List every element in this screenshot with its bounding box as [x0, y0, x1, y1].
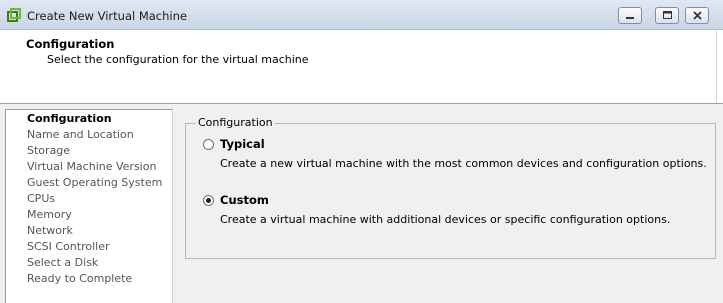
- step-cpus[interactable]: CPUs: [27, 192, 55, 205]
- typical-radio[interactable]: [203, 139, 214, 150]
- close-button[interactable]: [685, 7, 709, 24]
- create-vm-window: Create New Virtual Machine Configuration…: [0, 0, 723, 303]
- step-ready-to-complete[interactable]: Ready to Complete: [27, 272, 132, 285]
- configuration-group: Configuration Typical Create a new virtu…: [185, 116, 716, 259]
- custom-option-description: Create a virtual machine with additional…: [220, 213, 671, 226]
- page-title: Configuration: [26, 37, 115, 51]
- maximize-button[interactable]: [655, 7, 679, 24]
- minimize-button[interactable]: [618, 7, 642, 24]
- wizard-steps: Configuration Name and Location Storage …: [5, 109, 173, 303]
- step-scsi-controller[interactable]: SCSI Controller: [27, 240, 110, 253]
- vm-app-icon: [7, 8, 21, 22]
- minimize-icon: [626, 17, 634, 19]
- custom-option-label[interactable]: Custom: [220, 193, 269, 207]
- window-title: Create New Virtual Machine: [27, 9, 187, 23]
- title-bar[interactable]: Create New Virtual Machine: [0, 0, 723, 30]
- typical-option-description: Create a new virtual machine with the mo…: [220, 157, 707, 170]
- step-memory[interactable]: Memory: [27, 208, 72, 221]
- wizard-header: Configuration Select the configuration f…: [0, 30, 723, 104]
- wizard-content: Configuration Typical Create a new virtu…: [180, 109, 723, 303]
- header-scroll-edge: [716, 30, 717, 103]
- step-network[interactable]: Network: [27, 224, 73, 237]
- step-virtual-machine-version[interactable]: Virtual Machine Version: [27, 160, 156, 173]
- configuration-group-legend: Configuration: [196, 116, 275, 129]
- step-select-a-disk[interactable]: Select a Disk: [27, 256, 98, 269]
- maximize-icon: [663, 11, 672, 19]
- typical-option-label[interactable]: Typical: [220, 137, 265, 151]
- custom-radio[interactable]: [203, 195, 214, 206]
- custom-radio-selected-dot: [206, 198, 211, 203]
- step-guest-operating-system[interactable]: Guest Operating System: [27, 176, 162, 189]
- close-icon: [693, 11, 702, 20]
- page-subtitle: Select the configuration for the virtual…: [47, 53, 309, 66]
- step-configuration[interactable]: Configuration: [27, 112, 112, 125]
- step-name-and-location[interactable]: Name and Location: [27, 128, 134, 141]
- step-storage[interactable]: Storage: [27, 144, 70, 157]
